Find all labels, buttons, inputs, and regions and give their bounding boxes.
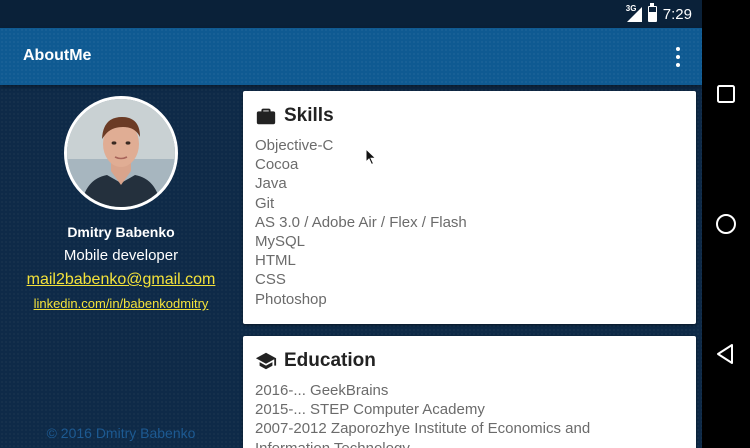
skill-item: Git [255, 194, 275, 212]
skill-item: MySQL [255, 233, 306, 251]
app-title: AboutMe [23, 47, 92, 64]
cell-signal-icon: 3G [625, 4, 642, 22]
status-icons: 3G 7:29 [625, 3, 692, 24]
education-list: 2016-... GeekBrains 2015-... STEP Comput… [255, 381, 684, 448]
education-card-header: Education [255, 350, 684, 372]
education-item: 2015-... STEP Computer Academy [255, 401, 485, 419]
mouse-cursor-icon [365, 148, 377, 166]
copyright-text: © 2016 Dmitry Babenko [46, 425, 196, 441]
skill-item: AS 3.0 / Adobe Air / Flex / Flash [255, 213, 467, 231]
email-link[interactable]: mail2babenko@gmail.com [0, 271, 242, 289]
skill-item: Photoshop [255, 290, 327, 308]
status-bar: 3G 7:29 [0, 0, 702, 28]
education-item: 2016-... GeekBrains [255, 382, 389, 399]
status-clock: 7:29 [662, 5, 692, 23]
skills-title: Skills [284, 105, 334, 126]
skill-item: Cocoa [255, 156, 299, 174]
system-nav-bar [702, 0, 750, 448]
avatar [64, 96, 178, 210]
profile-role: Mobile developer [63, 247, 179, 264]
education-item: 2007-2012 Zaporozhye Institute of Econom… [255, 420, 591, 448]
linkedin-link[interactable]: linkedin.com/in/babenkodmitry [0, 296, 242, 311]
profile-photo [67, 99, 175, 207]
education-title: Education [284, 350, 376, 371]
skills-list: Objective-C Cocoa Java Git AS 3.0 / Adob… [255, 136, 684, 309]
profile-panel: Dmitry Babenko Mobile developer mail2bab… [0, 85, 242, 448]
skills-card: Skills Objective-C Cocoa Java Git AS 3.0… [243, 91, 696, 324]
back-icon[interactable] [714, 342, 738, 366]
network-type-label: 3G [625, 4, 637, 13]
skill-item: Objective-C [255, 137, 334, 154]
profile-name: Dmitry Babenko [67, 224, 175, 240]
skill-item: Java [255, 175, 287, 193]
skill-item: HTML [255, 252, 296, 270]
graduation-cap-icon [255, 352, 277, 370]
recents-icon[interactable] [714, 82, 738, 106]
skill-item: CSS [255, 271, 286, 289]
education-card: Education 2016-... GeekBrains 2015-... S… [243, 336, 696, 448]
skills-card-header: Skills [255, 105, 684, 127]
app-screen: 3G 7:29 AboutMe Dmitry Babenko Mobile de… [0, 0, 702, 448]
battery-icon [647, 3, 657, 22]
briefcase-icon [256, 108, 276, 125]
app-toolbar: AboutMe [0, 28, 702, 85]
overflow-menu-icon[interactable] [672, 45, 684, 69]
home-icon[interactable] [714, 212, 738, 236]
